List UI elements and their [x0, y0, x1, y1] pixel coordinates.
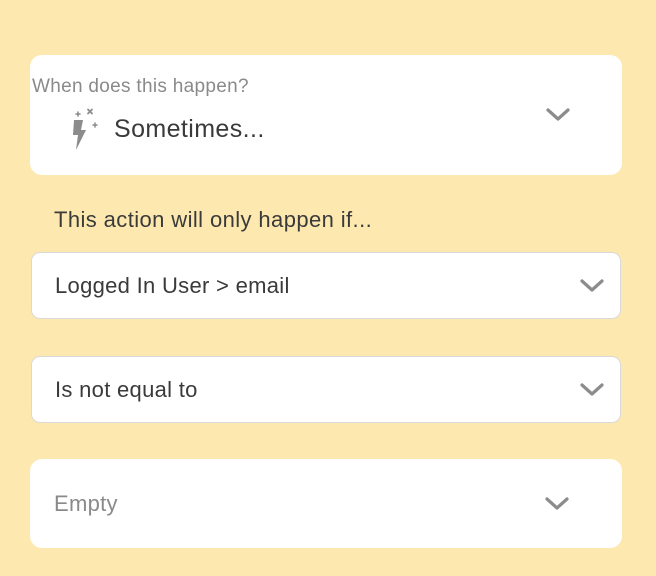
- chevron-down-icon: [579, 382, 605, 398]
- condition-operator-select[interactable]: Is not equal to: [31, 356, 621, 423]
- chevron-down-icon: [579, 278, 605, 294]
- trigger-question-label: When does this happen?: [32, 76, 249, 97]
- condition-field-select[interactable]: Logged In User > email: [31, 252, 621, 319]
- condition-value-placeholder: Empty: [54, 490, 118, 516]
- condition-field-value: Logged In User > email: [55, 272, 290, 298]
- condition-hint: This action will only happen if...: [54, 207, 373, 232]
- chevron-down-icon[interactable]: [544, 496, 570, 512]
- condition-operator-value: Is not equal to: [55, 376, 198, 402]
- magic-lightning-icon: [68, 108, 104, 152]
- chevron-down-icon[interactable]: [545, 107, 571, 123]
- trigger-value: Sometimes...: [114, 115, 265, 143]
- condition-value-field[interactable]: Empty: [30, 459, 622, 548]
